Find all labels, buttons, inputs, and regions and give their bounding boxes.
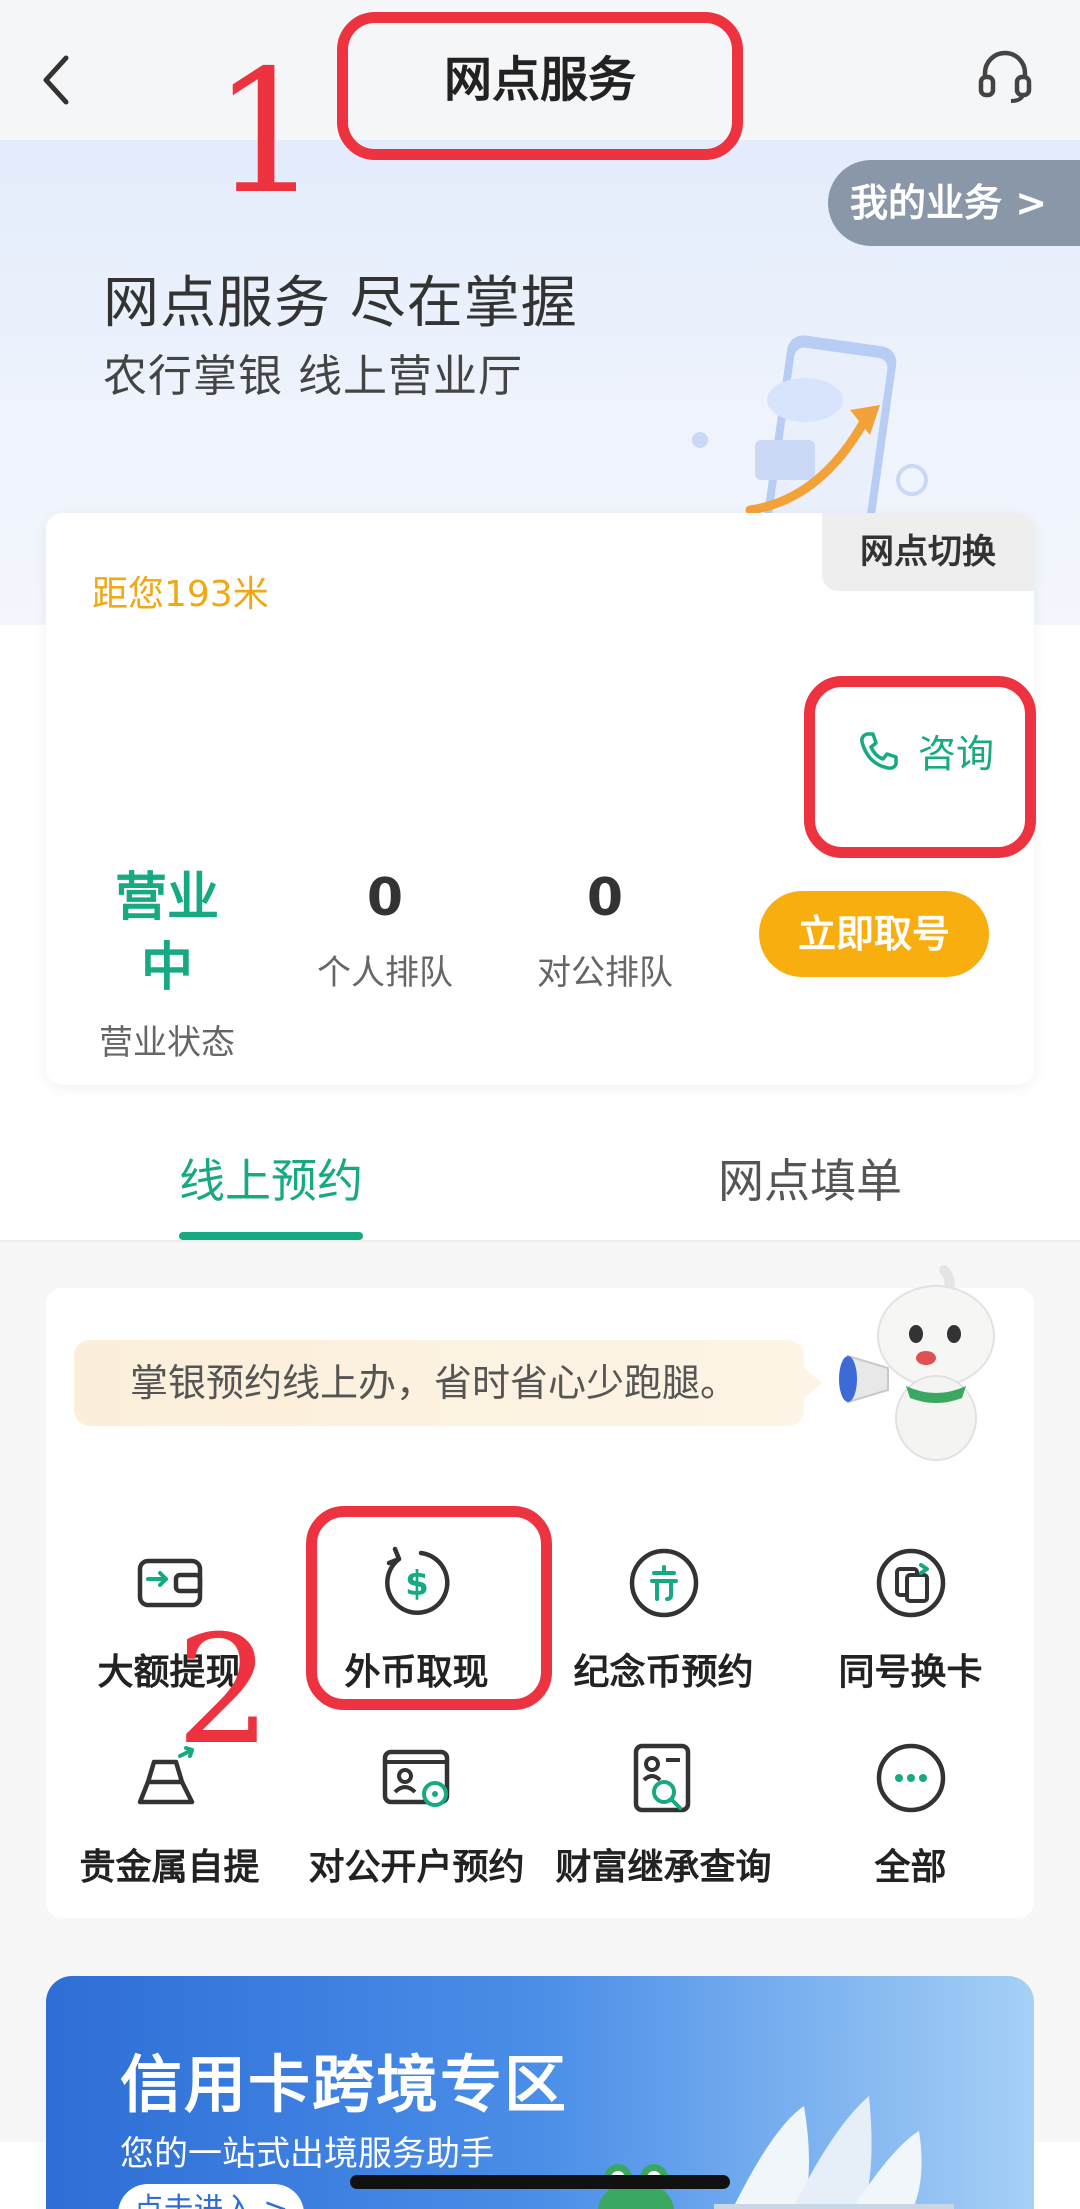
service-label: 全部 (874, 1847, 947, 1888)
hero-title: 网点服务 尽在掌握 (103, 271, 578, 336)
corporate-queue: 0 对公排队 (530, 863, 680, 994)
headset-icon (978, 50, 1032, 103)
annotation-box-foreign-currency (306, 1506, 552, 1710)
card-swap-icon (876, 1548, 945, 1618)
corporate-queue-label: 对公排队 (537, 953, 673, 993)
service-label: 对公开户预约 (308, 1847, 525, 1888)
business-status: 营业中 营业状态 (92, 863, 242, 1064)
service-label: 同号换卡 (838, 1652, 983, 1693)
banner-title: 信用卡跨境专区 (120, 2048, 569, 2121)
account-card-icon (382, 1749, 449, 1807)
personal-queue: 0 个人排队 (310, 863, 460, 994)
take-number-button[interactable]: 立即取号 (759, 891, 989, 977)
personal-queue-value: 0 (366, 868, 404, 928)
service-tabs: 线上预约 网点填单 (0, 1120, 1080, 1240)
active-tab-indicator (179, 1232, 363, 1240)
personal-queue-label: 个人排队 (317, 953, 453, 993)
tab-branch-form[interactable]: 网点填单 (718, 1145, 902, 1211)
corporate-queue-value: 0 (586, 868, 624, 928)
business-status-value: 营业中 (114, 868, 219, 998)
my-business-button[interactable]: 我的业务 > (828, 160, 1080, 246)
customer-service-button[interactable] (975, 45, 1035, 105)
service-same-number-card[interactable]: 同号换卡 (787, 1543, 1034, 1695)
business-status-label: 营业状态 (99, 1023, 235, 1063)
coin-icon (629, 1548, 698, 1618)
more-icon (876, 1743, 945, 1813)
banner-enter-button[interactable]: 点击进入 > (118, 2184, 304, 2209)
service-wealth-inheritance-query[interactable]: 财富继承查询 (540, 1738, 787, 1890)
annotation-box-title (337, 12, 743, 160)
banner-subtitle: 您的一站式出境服务助手 (120, 2134, 494, 2174)
service-label: 纪念币预约 (573, 1652, 754, 1693)
document-search-icon (633, 1743, 690, 1813)
annotation-box-consult (804, 676, 1036, 858)
service-all[interactable]: 全部 (787, 1738, 1034, 1890)
switch-branch-button[interactable]: 网点切换 (822, 513, 1034, 591)
service-corporate-account-appointment[interactable]: 对公开户预约 (293, 1738, 540, 1890)
annotation-marker-2: 2 (176, 1604, 272, 1778)
service-commemorative-coin[interactable]: 纪念币预约 (540, 1543, 787, 1695)
service-label: 贵金属自提 (79, 1847, 260, 1888)
tip-bubble: 掌银预约线上办，省时省心少跑腿。 (74, 1340, 822, 1426)
home-indicator (350, 2175, 730, 2189)
annotation-marker-1: 1 (212, 34, 321, 232)
tab-online-appointment[interactable]: 线上预约 (179, 1145, 363, 1211)
mascot-icon (839, 1265, 995, 1461)
service-label: 财富继承查询 (555, 1847, 772, 1888)
branch-distance: 距您193米 (92, 574, 269, 615)
hero-subtitle: 农行掌银 线上营业厅 (103, 351, 523, 402)
